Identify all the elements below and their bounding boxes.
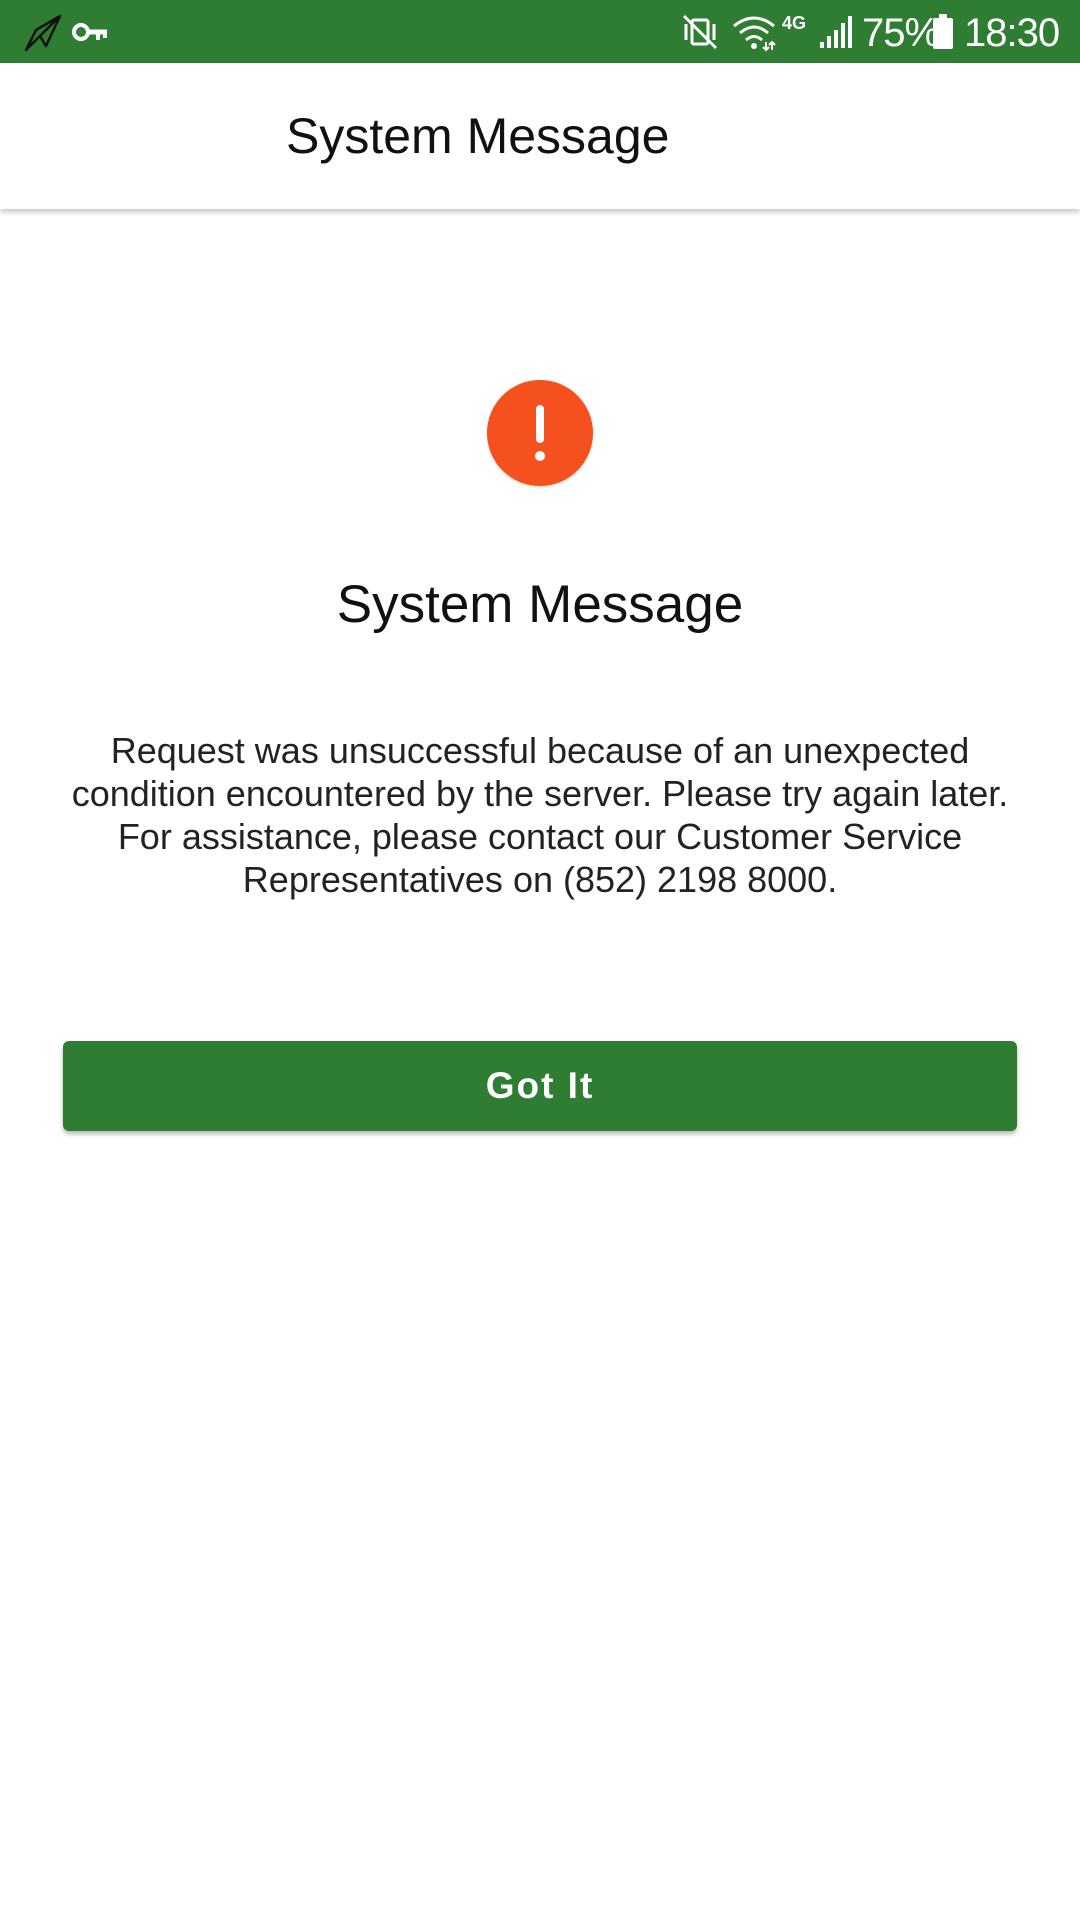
vpn-key-icon <box>72 23 107 41</box>
paper-plane-icon <box>24 14 62 52</box>
vibrate-mute-icon <box>682 14 718 50</box>
battery-icon <box>933 14 953 49</box>
status-time: 18:30 <box>964 11 1060 55</box>
page-title: System Message <box>286 108 670 164</box>
got-it-button[interactable]: Got It <box>63 1041 1017 1131</box>
dialog-title: System Message <box>336 575 744 634</box>
battery-percent: 75% <box>862 11 940 55</box>
wifi-icon <box>733 16 776 52</box>
app-bar: System Message <box>0 63 1080 209</box>
network-type-label: 4G <box>782 13 807 33</box>
signal-icon <box>820 16 852 48</box>
dialog-message: Request was unsuccessful because of an u… <box>71 730 1009 900</box>
status-bar: 4G 75% 18:30 <box>0 0 1080 63</box>
alert-exclamation-icon <box>487 380 593 486</box>
